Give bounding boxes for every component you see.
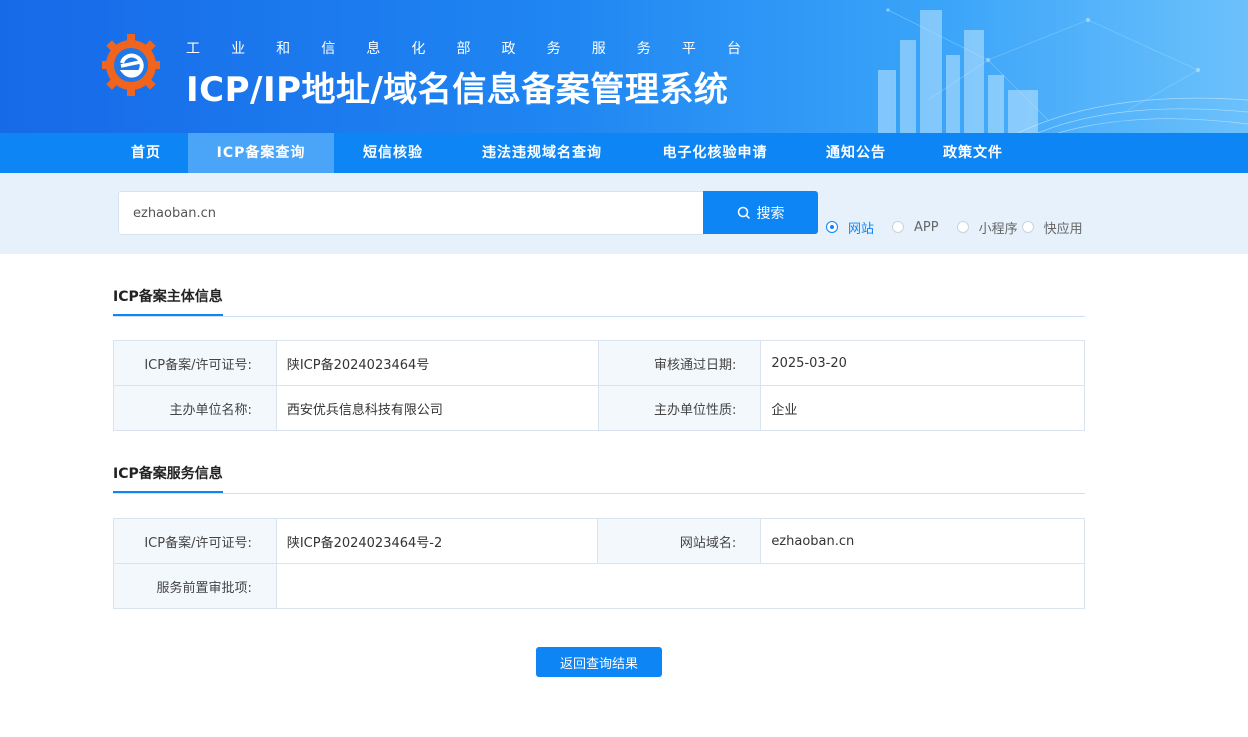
- logo-gear-icon: [102, 34, 160, 96]
- section-title-subject: ICP备案主体信息: [113, 286, 223, 316]
- search-button[interactable]: 搜索: [703, 191, 818, 234]
- search-type-radio-group: 网站 APP 小程序 快应用: [826, 217, 1083, 237]
- search-bar: 搜索 网站 APP 小程序 快应用: [0, 173, 1248, 254]
- nav-notices[interactable]: 通知公告: [798, 133, 914, 173]
- field-label: 审核通过日期:: [597, 340, 762, 386]
- main-nav: 首页 ICP备案查询 短信核验 违法违规域名查询 电子化核验申请 通知公告 政策…: [0, 133, 1248, 173]
- radio-label: 快应用: [1043, 221, 1083, 237]
- section-divider: [113, 493, 1085, 494]
- ministry-char: 化: [411, 41, 426, 57]
- ministry-char: 平: [681, 41, 696, 57]
- search-button-label: 搜索: [756, 205, 785, 222]
- nav-policy-docs[interactable]: 政策文件: [914, 133, 1032, 173]
- field-label: ICP备案/许可证号:: [113, 518, 277, 564]
- field-value: ezhaoban.cn: [760, 518, 1085, 564]
- ministry-char: 务: [636, 41, 651, 57]
- section-divider: [113, 316, 1085, 317]
- radio-label: 网站: [848, 221, 875, 237]
- field-label: 服务前置审批项:: [113, 563, 277, 609]
- field-value: 西安优兵信息科技有限公司: [275, 385, 599, 431]
- ministry-char: 务: [546, 41, 561, 57]
- ministry-char: 信: [321, 41, 336, 57]
- table-row: ICP备案/许可证号: 陕ICP备2024023464号-2 网站域名: ezh…: [113, 518, 1085, 564]
- field-label: 网站域名:: [597, 518, 762, 564]
- nav-icp-query[interactable]: ICP备案查询: [188, 133, 334, 173]
- section-title-service: ICP备案服务信息: [113, 463, 223, 493]
- city-skyline-decoration: [878, 8, 1248, 133]
- system-title: ICP/IP地址/域名信息备案管理系统: [186, 70, 729, 110]
- field-value: 企业: [760, 385, 1085, 431]
- field-value: [275, 563, 1086, 609]
- radio-quick-app[interactable]: 快应用: [1021, 218, 1083, 237]
- ministry-char: 服: [591, 41, 606, 57]
- field-label: 主办单位性质:: [597, 385, 762, 431]
- field-value: 陕ICP备2024023464号-2: [275, 518, 599, 564]
- subject-info-table: ICP备案/许可证号: 陕ICP备2024023464号 审核通过日期: 202…: [113, 340, 1085, 431]
- field-value: 陕ICP备2024023464号: [275, 340, 599, 386]
- ministry-char: 政: [501, 41, 516, 57]
- back-to-results-button[interactable]: 返回查询结果: [536, 647, 662, 677]
- radio-button-icon: [826, 221, 838, 233]
- radio-button-icon: [892, 221, 905, 233]
- field-value: 2025-03-20: [760, 340, 1085, 386]
- ministry-char: 和: [276, 41, 291, 57]
- radio-button-icon: [956, 221, 969, 233]
- nav-illegal-domain-query[interactable]: 违法违规域名查询: [452, 133, 632, 173]
- ministry-char: 台: [726, 41, 741, 57]
- service-info-table: ICP备案/许可证号: 陕ICP备2024023464号-2 网站域名: ezh…: [113, 518, 1086, 609]
- nav-home[interactable]: 首页: [104, 133, 188, 173]
- table-row: 服务前置审批项:: [113, 563, 1086, 609]
- ministry-char: 业: [231, 41, 246, 57]
- nav-sms-verify[interactable]: 短信核验: [334, 133, 452, 173]
- search-input[interactable]: [118, 191, 704, 235]
- table-row: ICP备案/许可证号: 陕ICP备2024023464号 审核通过日期: 202…: [113, 340, 1085, 386]
- radio-label: 小程序: [978, 221, 1018, 237]
- ministry-name: 工 业 和 信 息 化 部 政 务 服 务 平 台: [186, 38, 741, 58]
- nav-e-verify-apply[interactable]: 电子化核验申请: [632, 133, 798, 173]
- search-icon: [737, 206, 750, 219]
- header-banner: 工 业 和 信 息 化 部 政 务 服 务 平 台 ICP/IP地址/域名信息备…: [0, 0, 1248, 133]
- table-row: 主办单位名称: 西安优兵信息科技有限公司 主办单位性质: 企业: [113, 385, 1085, 431]
- field-label: 主办单位名称:: [113, 385, 277, 431]
- radio-mini-program[interactable]: 小程序: [956, 218, 1018, 237]
- field-label: ICP备案/许可证号:: [113, 340, 277, 386]
- ministry-char: 工: [186, 41, 200, 57]
- radio-app[interactable]: APP: [892, 220, 939, 235]
- ministry-char: 部: [456, 41, 471, 57]
- radio-button-icon: [1021, 221, 1034, 233]
- ministry-char: 息: [366, 41, 381, 57]
- radio-website[interactable]: 网站: [826, 218, 874, 237]
- radio-label: APP: [914, 219, 939, 235]
